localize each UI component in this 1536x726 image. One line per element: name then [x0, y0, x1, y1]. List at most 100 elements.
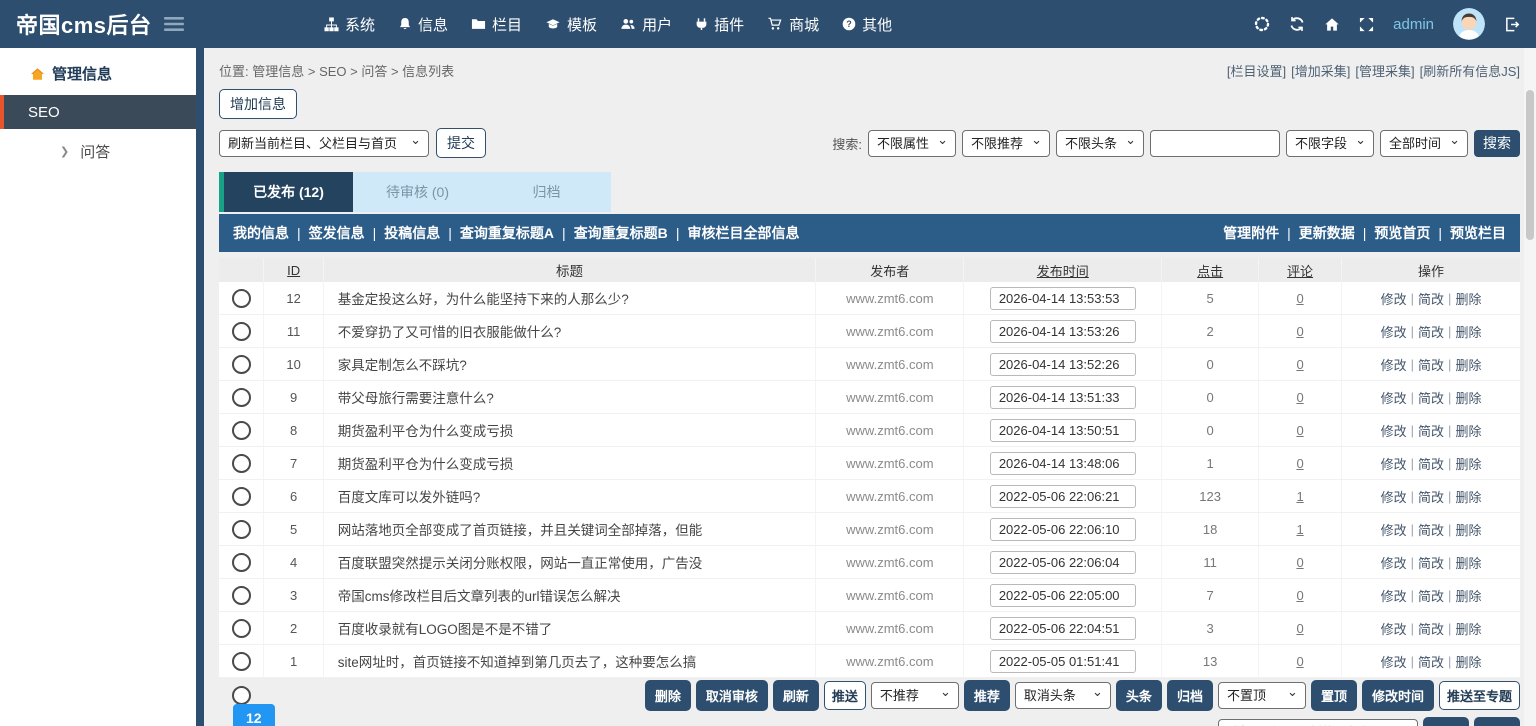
field-filter-select[interactable]: 不限字段 [1286, 129, 1374, 157]
nav-item-column[interactable]: 栏目 [471, 14, 522, 35]
page-count-badge[interactable]: 12 [233, 704, 275, 726]
publish-time-input[interactable] [989, 583, 1136, 607]
row-select-radio[interactable] [231, 288, 251, 308]
time-filter-select[interactable]: 全部时间 [1380, 129, 1468, 157]
loading-spinner-icon[interactable] [1254, 16, 1270, 32]
bluebar-link-left-1[interactable]: 签发信息 [309, 223, 365, 243]
row-delete-link[interactable]: 删除 [1455, 619, 1481, 638]
row-edit-link[interactable]: 修改 [1381, 487, 1407, 506]
publish-time-input[interactable] [989, 385, 1136, 409]
header-clicks[interactable]: 点击 [1197, 261, 1223, 280]
attr-filter-select[interactable]: 不限属性 [868, 129, 956, 157]
recommend-button[interactable]: 推荐 [963, 680, 1010, 711]
row-comments-link[interactable]: 0 [1296, 390, 1303, 405]
row-comments-link[interactable]: 1 [1296, 522, 1303, 537]
row-edit-link[interactable]: 修改 [1381, 454, 1407, 473]
row-delete-link[interactable]: 删除 [1455, 652, 1481, 671]
row-title-link[interactable]: 不爱穿扔了又可惜的旧衣服能做什么? [338, 321, 562, 341]
row-comments-link[interactable]: 1 [1296, 489, 1303, 504]
bluebar-link-left-3[interactable]: 查询重复标题A [460, 223, 554, 243]
sidebar-item-seo[interactable]: SEO [0, 95, 196, 129]
bluebar-link-right-1[interactable]: 更新数据 [1299, 223, 1355, 243]
row-comments-link[interactable]: 0 [1296, 555, 1303, 570]
row-title-link[interactable]: 家具定制怎么不踩坑? [338, 354, 467, 374]
row-title-link[interactable]: 网站落地页全部变成了首页链接，并且关键词全部掉落，但能 [338, 519, 703, 539]
publish-time-input[interactable] [989, 550, 1136, 574]
delete-button[interactable]: 删除 [644, 680, 691, 711]
row-select-radio[interactable] [231, 321, 251, 341]
bluebar-link-left-0[interactable]: 我的信息 [233, 223, 289, 243]
refresh-button[interactable]: 刷新 [772, 680, 819, 711]
row-select-radio[interactable] [231, 519, 251, 539]
copy-button[interactable]: 复制 [1473, 717, 1520, 726]
nav-item-info[interactable]: 信息 [398, 14, 448, 35]
row-edit-link[interactable]: 修改 [1381, 322, 1407, 341]
row-title-link[interactable]: 基金定投这么好，为什么能坚持下来的人那么少? [338, 288, 629, 308]
publish-time-input[interactable] [989, 352, 1136, 376]
nav-item-user[interactable]: 用户 [620, 14, 672, 35]
row-select-radio[interactable] [231, 486, 251, 506]
publish-time-input[interactable] [989, 649, 1136, 673]
row-quick-edit-link[interactable]: 简改 [1418, 553, 1444, 572]
hamburger-menu-icon[interactable] [163, 16, 184, 32]
row-comments-link[interactable]: 0 [1296, 291, 1303, 306]
row-comments-link[interactable]: 0 [1296, 357, 1303, 372]
row-select-radio[interactable] [231, 552, 251, 572]
publish-time-input[interactable] [989, 517, 1136, 541]
tab-published[interactable]: 已发布 (12) [224, 172, 353, 212]
row-title-link[interactable]: 期货盈利平仓为什么变成亏损 [338, 420, 514, 440]
row-delete-link[interactable]: 删除 [1455, 421, 1481, 440]
row-title-link[interactable]: 帝国cms修改栏目后文章列表的url错误怎么解决 [338, 585, 621, 605]
row-edit-link[interactable]: 修改 [1381, 553, 1407, 572]
row-delete-link[interactable]: 删除 [1455, 355, 1481, 374]
no-top-select[interactable]: 不置顶 [1217, 682, 1306, 709]
row-comments-link[interactable]: 0 [1296, 654, 1303, 669]
row-delete-link[interactable]: 删除 [1455, 553, 1481, 572]
row-quick-edit-link[interactable]: 简改 [1418, 355, 1444, 374]
row-select-radio[interactable] [231, 651, 251, 671]
row-quick-edit-link[interactable]: 简改 [1418, 454, 1444, 473]
user-avatar[interactable] [1453, 8, 1485, 40]
tab-archive[interactable]: 归档 [482, 172, 611, 212]
logout-icon[interactable] [1504, 17, 1520, 32]
row-edit-link[interactable]: 修改 [1381, 619, 1407, 638]
row-select-radio[interactable] [231, 453, 251, 473]
row-delete-link[interactable]: 删除 [1455, 322, 1481, 341]
sidebar-item-qa[interactable]: ❯ 问答 [0, 129, 196, 173]
modify-time-button[interactable]: 修改时间 [1361, 680, 1434, 711]
header-comments[interactable]: 评论 [1287, 261, 1313, 280]
search-keyword-input[interactable] [1150, 129, 1280, 157]
push-to-topic-button[interactable]: 推送至专题 [1438, 681, 1520, 710]
move-button[interactable]: 移动 [1422, 717, 1469, 726]
bluebar-link-right-3[interactable]: 预览栏目 [1450, 223, 1506, 243]
row-quick-edit-link[interactable]: 简改 [1418, 586, 1444, 605]
headline-button[interactable]: 头条 [1115, 680, 1162, 711]
publish-time-input[interactable] [989, 484, 1136, 508]
row-quick-edit-link[interactable]: 简改 [1418, 289, 1444, 308]
row-quick-edit-link[interactable]: 简改 [1418, 487, 1444, 506]
nav-item-plugin[interactable]: 插件 [695, 14, 744, 35]
row-select-radio[interactable] [231, 354, 251, 374]
row-delete-link[interactable]: 删除 [1455, 289, 1481, 308]
cancel-audit-button[interactable]: 取消审核 [695, 680, 768, 711]
row-edit-link[interactable]: 修改 [1381, 586, 1407, 605]
row-delete-link[interactable]: 删除 [1455, 487, 1481, 506]
row-delete-link[interactable]: 删除 [1455, 586, 1481, 605]
row-comments-link[interactable]: 0 [1296, 324, 1303, 339]
row-delete-link[interactable]: 删除 [1455, 388, 1481, 407]
push-button[interactable]: 推送 [823, 681, 866, 710]
submit-button[interactable]: 提交 [436, 128, 486, 158]
row-select-radio[interactable] [231, 585, 251, 605]
row-select-radio[interactable] [231, 420, 251, 440]
search-button[interactable]: 搜索 [1474, 129, 1520, 157]
tab-pending[interactable]: 待审核 (0) [353, 172, 482, 212]
row-title-link[interactable]: site网址时，首页链接不知道掉到第几页去了，这种要怎么搞 [338, 651, 697, 671]
bluebar-link-right-2[interactable]: 预览首页 [1374, 223, 1430, 243]
recommend-filter-select[interactable]: 不限推荐 [962, 129, 1050, 157]
row-title-link[interactable]: 百度文库可以发外链吗? [338, 486, 481, 506]
cancel-headline-select[interactable]: 取消头条 [1014, 682, 1111, 709]
bluebar-link-left-4[interactable]: 查询重复标题B [574, 223, 668, 243]
row-quick-edit-link[interactable]: 简改 [1418, 619, 1444, 638]
row-quick-edit-link[interactable]: 简改 [1418, 421, 1444, 440]
row-delete-link[interactable]: 删除 [1455, 454, 1481, 473]
